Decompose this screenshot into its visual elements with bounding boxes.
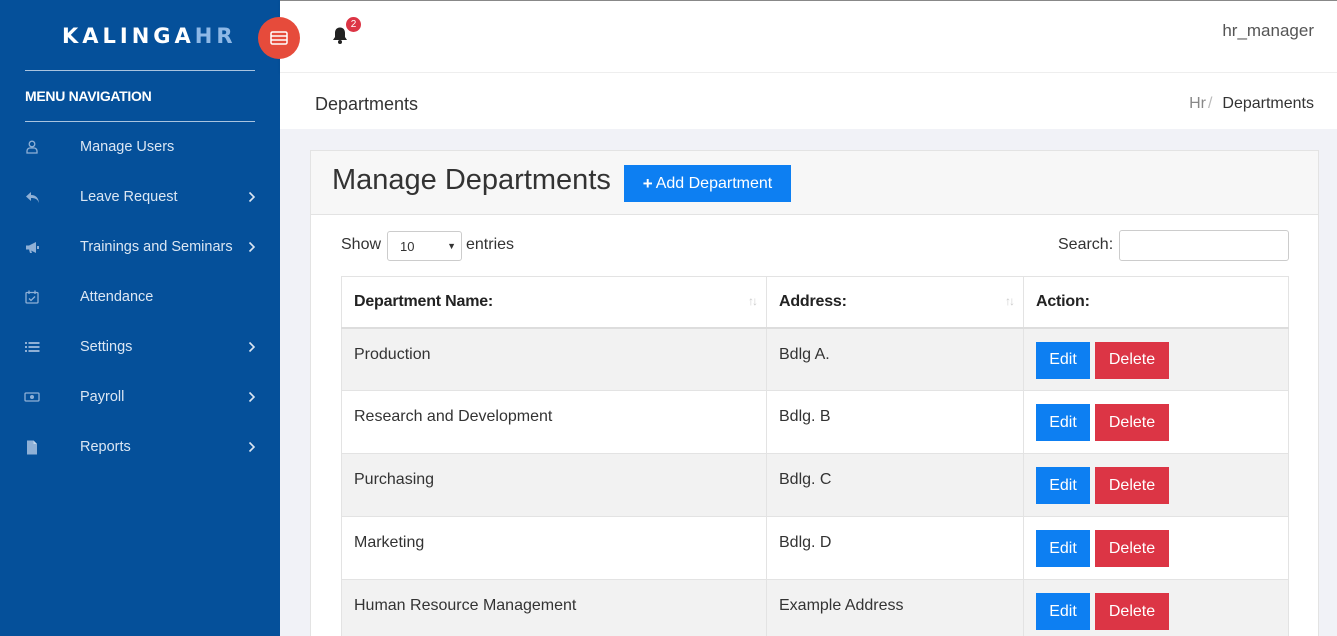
top-header: hr_manager [280, 0, 1337, 72]
sort-icon: ↑↓ [1005, 294, 1015, 308]
table-row: Human Resource Management Example Addres… [341, 579, 1289, 636]
entries-select[interactable]: 10 ▼ [387, 231, 462, 261]
table-row: Production Bdlg A. Edit Delete [341, 327, 1289, 391]
sidebar-item-label: Settings [80, 339, 133, 355]
edit-button[interactable]: Edit [1036, 530, 1090, 567]
card-title: Manage Departments [332, 164, 611, 196]
cell-department-name: Marketing [341, 516, 767, 580]
column-header-action: Action: [1023, 276, 1289, 329]
cell-action: Edit Delete [1023, 516, 1289, 580]
departments-card: Manage Departments + Add Department Show … [310, 150, 1319, 636]
delete-button[interactable]: Delete [1095, 404, 1169, 441]
cell-address: Bdlg A. [766, 327, 1024, 391]
table-row: Purchasing Bdlg. C Edit Delete [341, 453, 1289, 517]
sidebar-item-reports[interactable]: Reports [0, 422, 280, 472]
megaphone-icon [24, 239, 40, 255]
file-icon [24, 439, 40, 455]
menu-title: MENU NAVIGATION [25, 88, 152, 104]
page-title: Departments [315, 94, 419, 114]
sidebar-toggle-button[interactable] [258, 17, 300, 59]
notification-badge: 2 [346, 17, 361, 32]
sidebar-item-label: Trainings and Seminars [80, 239, 233, 255]
edit-button[interactable]: Edit [1036, 593, 1090, 630]
sidebar-item-payroll[interactable]: Payroll [0, 372, 280, 422]
reply-icon [24, 189, 40, 205]
edit-button[interactable]: Edit [1036, 404, 1090, 441]
chevron-right-icon [244, 189, 260, 205]
search-label: Search: [1058, 236, 1114, 253]
cell-address: Example Address [766, 579, 1024, 636]
cell-address: Bdlg. B [766, 390, 1024, 454]
cell-address: Bdlg. C [766, 453, 1024, 517]
sort-icon: ↑↓ [748, 294, 758, 308]
sidebar-item-settings[interactable]: Settings [0, 322, 280, 372]
user-icon [24, 139, 40, 155]
chevron-right-icon [244, 239, 260, 255]
edit-button[interactable]: Edit [1036, 467, 1090, 504]
delete-button[interactable]: Delete [1095, 593, 1169, 630]
breadcrumb-separator: / [1207, 95, 1213, 112]
menu-toggle-icon [270, 31, 288, 45]
sidebar-item-leave-request[interactable]: Leave Request [0, 172, 280, 222]
cell-department-name: Human Resource Management [341, 579, 767, 636]
breadcrumb-current: Departments [1222, 95, 1314, 112]
sidebar-item-label: Reports [80, 439, 131, 455]
cell-address: Bdlg. D [766, 516, 1024, 580]
search-input[interactable] [1119, 230, 1289, 261]
sidebar-item-label: Attendance [80, 289, 154, 305]
card-header: Manage Departments + Add Department [311, 151, 1318, 215]
cell-action: Edit Delete [1023, 579, 1289, 636]
sidebar-item-attendance[interactable]: Attendance [0, 272, 280, 322]
cell-action: Edit Delete [1023, 453, 1289, 517]
table-row: Marketing Bdlg. D Edit Delete [341, 516, 1289, 580]
column-header-address[interactable]: Address: ↑↓ [766, 276, 1024, 329]
chevron-right-icon [244, 439, 260, 455]
add-department-label: Add Department [655, 174, 773, 192]
list-icon [24, 339, 40, 355]
show-label: Show [341, 236, 382, 253]
departments-table: Department Name: ↑↓ Address: ↑↓ Action: … [341, 276, 1289, 636]
delete-button[interactable]: Delete [1095, 530, 1169, 567]
money-icon [24, 389, 40, 405]
cell-department-name: Research and Development [341, 390, 767, 454]
plus-icon: + [642, 173, 653, 193]
sidebar-item-label: Manage Users [80, 139, 175, 155]
cell-department-name: Purchasing [341, 453, 767, 517]
sidebar-divider [25, 70, 255, 71]
chevron-right-icon [244, 339, 260, 355]
caret-down-icon: ▼ [447, 241, 456, 251]
user-menu[interactable]: hr_manager [1222, 21, 1314, 41]
edit-button[interactable]: Edit [1036, 341, 1090, 379]
chevron-right-icon [244, 389, 260, 405]
brand-logo[interactable]: KALINGAHR [62, 24, 237, 48]
breadcrumb-root[interactable]: Hr [1189, 95, 1206, 112]
page-header: Departments Hr / Departments [280, 72, 1337, 129]
table-row: Research and Development Bdlg. B Edit Del… [341, 390, 1289, 454]
sidebar-item-manage-users[interactable]: Manage Users [0, 122, 280, 172]
sidebar-item-label: Payroll [80, 389, 125, 405]
sidebar: KALINGAHR MENU NAVIGATION Manage Users L… [0, 0, 280, 636]
entries-value: 10 [400, 239, 415, 254]
delete-button[interactable]: Delete [1095, 467, 1169, 504]
breadcrumb: Hr / Departments [1189, 95, 1314, 113]
cell-department-name: Production [341, 327, 767, 391]
entries-label: entries [466, 236, 515, 253]
cell-action: Edit Delete [1023, 327, 1289, 391]
brand-part1: KALINGA [62, 24, 195, 48]
delete-button[interactable]: Delete [1095, 341, 1169, 379]
sidebar-item-trainings-and-seminars[interactable]: Trainings and Seminars [0, 222, 280, 272]
add-department-button[interactable]: + Add Department [624, 165, 791, 202]
brand-part2: HR [194, 24, 237, 48]
cell-action: Edit Delete [1023, 390, 1289, 454]
calendar-check-icon [24, 289, 40, 305]
column-header-department-name[interactable]: Department Name: ↑↓ [341, 276, 767, 329]
table-header-row: Department Name: ↑↓ Address: ↑↓ Action: [341, 276, 1289, 329]
sidebar-item-label: Leave Request [80, 189, 178, 205]
